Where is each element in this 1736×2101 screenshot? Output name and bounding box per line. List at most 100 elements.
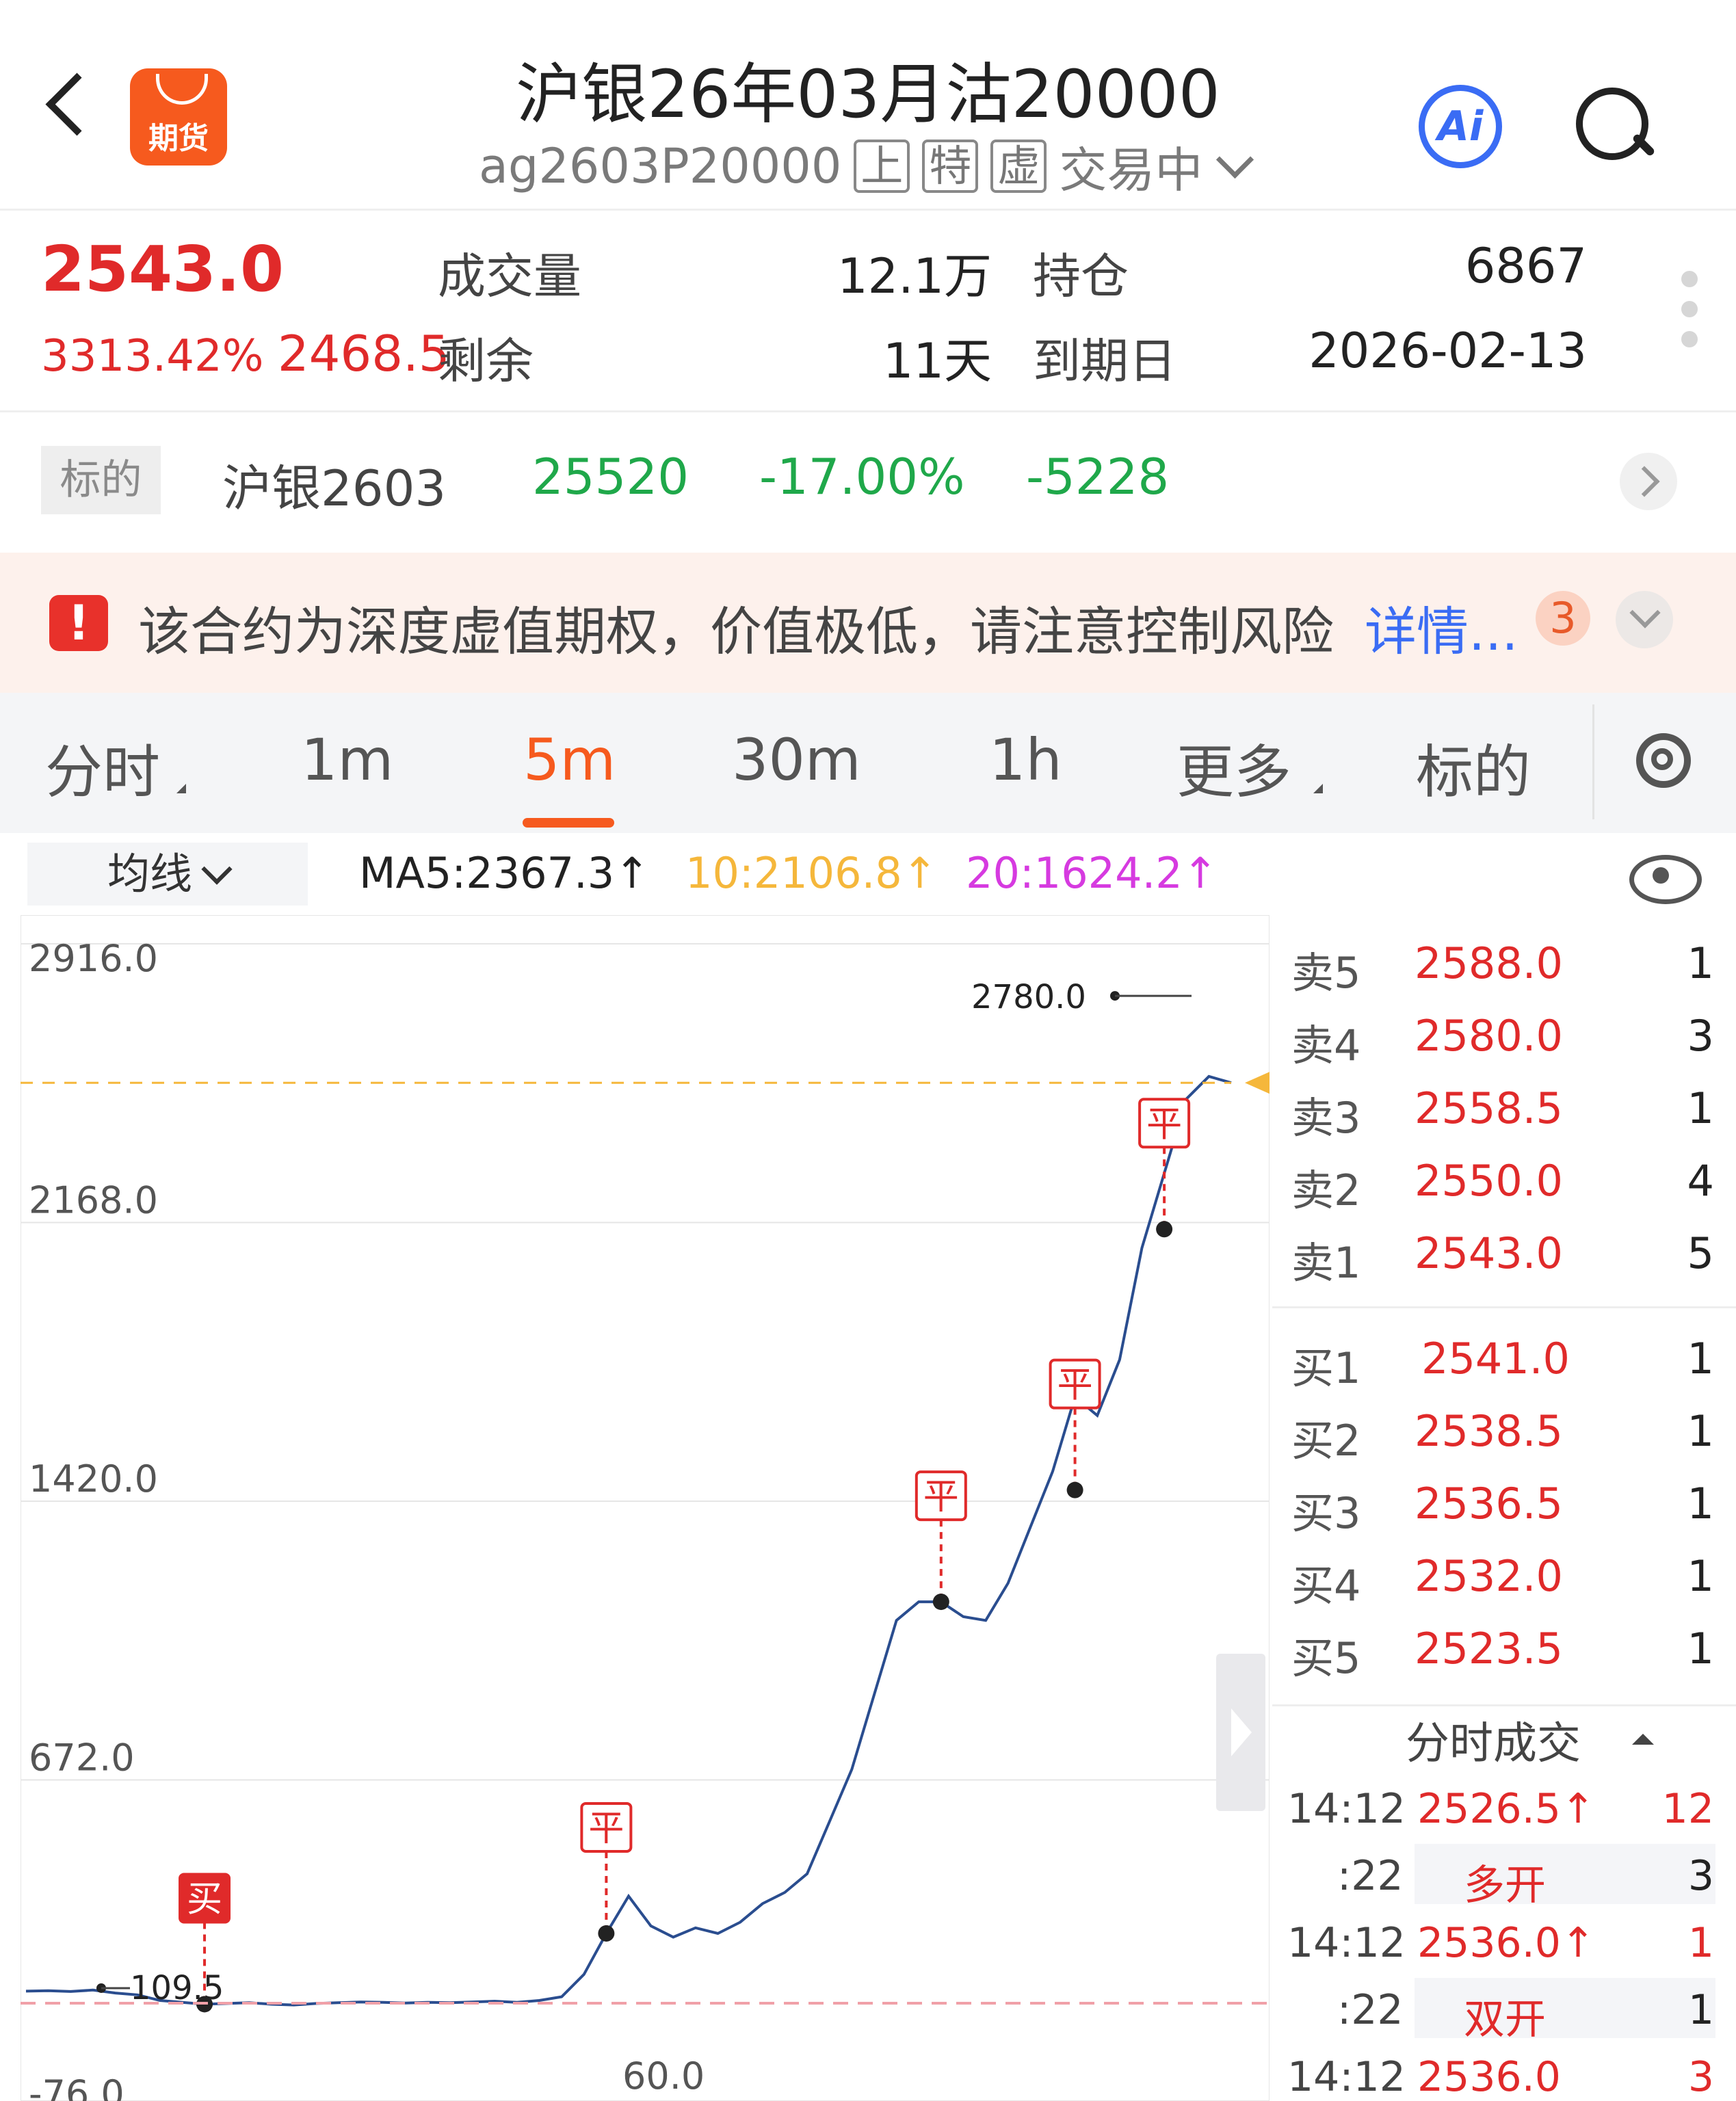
volume-label: 成交量 bbox=[438, 248, 581, 304]
price-chart[interactable]: 2916.02168.01420.0672.0-76.0 60.0 买平平平平 … bbox=[21, 915, 1270, 2101]
alert-icon: ! bbox=[49, 595, 108, 651]
ask-price: 2543.0 bbox=[1415, 1228, 1563, 1278]
volume-value: 12.1万 bbox=[837, 248, 992, 304]
tick-price: 2536.0↑ bbox=[1417, 1919, 1596, 1967]
low-label: 109.5 bbox=[130, 1969, 224, 2007]
eye-icon-pupil bbox=[1653, 867, 1669, 884]
dropdown-corner-icon bbox=[176, 784, 186, 793]
bid-volume: 1 bbox=[1687, 1406, 1714, 1456]
tab-underlying[interactable]: 标的 bbox=[1416, 726, 1531, 809]
tick-time: 14:12 bbox=[1287, 1785, 1406, 1833]
tick-time: 14:12 bbox=[1287, 1919, 1406, 1967]
bid-price: 2536.5 bbox=[1415, 1479, 1563, 1529]
bid-price: 2523.5 bbox=[1415, 1624, 1563, 1674]
tab-timeshare[interactable]: 分时 bbox=[45, 726, 160, 809]
indicator-selector[interactable]: 均线 bbox=[27, 843, 308, 906]
y-tick-label: -76.0 bbox=[29, 2072, 124, 2101]
trade-marker-label: 买 bbox=[187, 1879, 222, 1920]
ai-assistant-button[interactable]: Ai bbox=[1419, 85, 1502, 168]
ask-volume: 4 bbox=[1687, 1156, 1714, 1206]
ask-label: 卖2 bbox=[1291, 1165, 1361, 1215]
high-label: 2780.0 bbox=[971, 978, 1086, 1016]
contract-code: ag2603P20000 bbox=[479, 138, 842, 194]
tick-volume: 12 bbox=[1661, 1785, 1714, 1833]
underlying-name[interactable]: 沪银2603 bbox=[222, 448, 446, 520]
divider bbox=[1272, 1704, 1736, 1706]
remaining-label: 剩余 bbox=[438, 333, 534, 389]
gear-icon-center bbox=[1651, 748, 1673, 770]
remaining-value: 11天 bbox=[882, 333, 992, 389]
trade-marker-dot bbox=[1156, 1221, 1173, 1238]
ask-price: 2588.0 bbox=[1415, 938, 1563, 988]
bid-label: 买5 bbox=[1291, 1633, 1361, 1683]
ask-volume: 3 bbox=[1687, 1011, 1714, 1061]
tick-time: 14:12 bbox=[1287, 2053, 1406, 2101]
x-tick-label: 60.0 bbox=[622, 2054, 705, 2098]
trade-marker-label: 平 bbox=[1146, 1104, 1182, 1145]
open-interest-value: 6867 bbox=[1464, 238, 1587, 294]
tick-seconds: :22 bbox=[1337, 1852, 1404, 1900]
bid-volume: 1 bbox=[1687, 1334, 1714, 1384]
tab-1m[interactable]: 1m bbox=[301, 726, 393, 793]
expiry-value: 2026-02-13 bbox=[1308, 323, 1587, 379]
chevron-down-icon bbox=[201, 854, 233, 885]
open-interest-label: 持仓 bbox=[1033, 248, 1129, 304]
underlying-price: 25520 bbox=[532, 448, 689, 505]
change-pct: 3313.42% bbox=[41, 331, 264, 382]
header: 期货 沪银26年03月沽20000 ag2603P20000 上 特 虚 交易中… bbox=[0, 0, 1736, 209]
ask-label: 卖5 bbox=[1291, 948, 1361, 998]
tab-separator bbox=[1592, 704, 1594, 819]
more-dot[interactable] bbox=[1681, 301, 1698, 317]
change-value: 2468.5 bbox=[277, 325, 450, 382]
ask-volume: 1 bbox=[1687, 938, 1714, 988]
ma10-value: 10:2106.8↑ bbox=[685, 848, 938, 898]
contract-subtitle[interactable]: ag2603P20000 上 特 虚 交易中 bbox=[479, 135, 1254, 198]
ticks-title[interactable]: 分时成交 bbox=[1406, 1708, 1581, 1771]
warning-detail-link[interactable]: 详情... bbox=[1365, 590, 1518, 665]
tab-1h[interactable]: 1h bbox=[989, 726, 1062, 793]
bid-label: 买2 bbox=[1291, 1416, 1361, 1466]
ask-label: 卖3 bbox=[1291, 1093, 1361, 1143]
expiry-label: 到期日 bbox=[1033, 333, 1176, 389]
ask-label: 卖1 bbox=[1291, 1238, 1361, 1288]
bid-price: 2532.0 bbox=[1415, 1551, 1563, 1601]
tab-30m[interactable]: 30m bbox=[732, 726, 861, 793]
underlying-change: -5228 bbox=[1026, 448, 1170, 505]
last-price: 2543.0 bbox=[41, 233, 285, 306]
tick-price: 2526.5↑ bbox=[1417, 1785, 1596, 1833]
change-pct-row: 3313.42% 2468.5 bbox=[41, 325, 450, 382]
warning-text: 该合约为深度虚值期权，价值极低，请注意控制风险 bbox=[138, 601, 1334, 662]
bid-label: 买1 bbox=[1291, 1343, 1361, 1393]
active-tab-indicator bbox=[523, 818, 614, 828]
collapse-icon[interactable] bbox=[1632, 1734, 1654, 1745]
trade-marker-label: 平 bbox=[923, 1477, 959, 1518]
tab-5m[interactable]: 5m bbox=[523, 726, 616, 793]
bid-volume: 1 bbox=[1687, 1624, 1714, 1674]
tick-type: 双开 bbox=[1464, 1996, 1546, 2044]
tick-seconds: :22 bbox=[1337, 1986, 1404, 2034]
y-tick-label: 2168.0 bbox=[29, 1179, 158, 1222]
y-tick-label: 672.0 bbox=[29, 1736, 135, 1780]
tick-price: 2536.0 bbox=[1417, 2053, 1561, 2101]
trade-marker-label: 平 bbox=[1057, 1365, 1093, 1406]
trade-marker-label: 平 bbox=[588, 1808, 624, 1849]
search-icon[interactable] bbox=[1576, 88, 1648, 160]
trade-marker-dot bbox=[1066, 1481, 1083, 1498]
y-tick-label: 1420.0 bbox=[29, 1457, 158, 1501]
tick-subvolume: 1 bbox=[1687, 1986, 1714, 2034]
ask-label: 卖4 bbox=[1291, 1020, 1361, 1070]
dropdown-corner-icon bbox=[1313, 784, 1323, 793]
ask-price: 2558.5 bbox=[1415, 1083, 1563, 1133]
ask-volume: 5 bbox=[1687, 1228, 1714, 1278]
more-dot[interactable] bbox=[1681, 271, 1698, 287]
underlying-pct: -17.00% bbox=[759, 448, 965, 505]
bid-label: 买4 bbox=[1291, 1561, 1361, 1611]
bid-price: 2538.5 bbox=[1415, 1406, 1563, 1456]
bid-label: 买3 bbox=[1291, 1488, 1361, 1538]
tab-more[interactable]: 更多 bbox=[1176, 726, 1291, 809]
tag-exchange: 上 bbox=[854, 140, 910, 193]
more-dot[interactable] bbox=[1681, 331, 1698, 347]
ma5-value: MA5:2367.3↑ bbox=[359, 848, 650, 898]
warning-count-badge: 3 bbox=[1536, 591, 1590, 646]
bid-volume: 1 bbox=[1687, 1551, 1714, 1601]
